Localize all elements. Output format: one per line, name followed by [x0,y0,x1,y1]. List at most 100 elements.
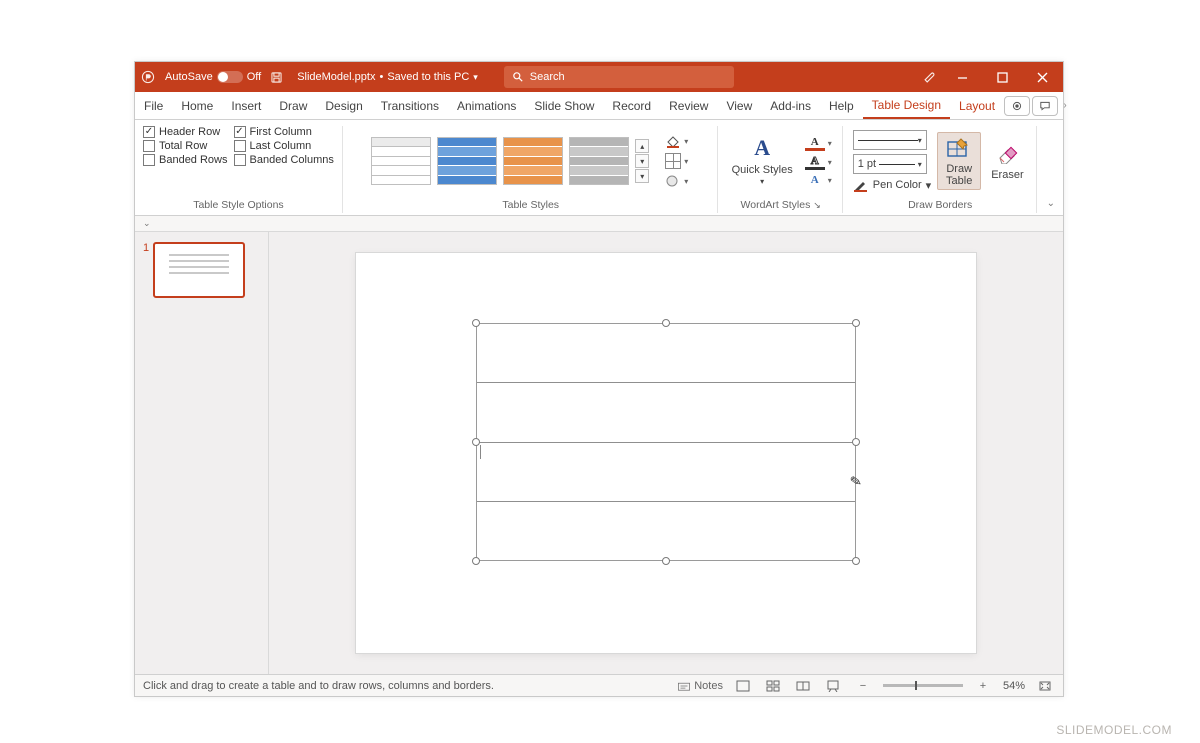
pen-icon [853,178,869,192]
reading-view-button[interactable] [793,678,813,694]
tab-file[interactable]: File [135,92,172,119]
tab-animations[interactable]: Animations [448,92,525,119]
normal-view-button[interactable] [733,678,753,694]
search-icon [512,71,524,83]
checkbox-icon [234,154,246,166]
table-style-swatch[interactable] [569,137,629,185]
group-table-styles: ▴▾▾ ▾ ▾ ▾ Table Styles [353,126,718,213]
table-style-swatch[interactable] [503,137,563,185]
quick-styles-icon: A [749,136,775,162]
draw-mic-icon[interactable] [921,68,939,86]
close-button[interactable] [1025,62,1059,92]
text-outline-button[interactable]: A▾ [803,154,834,171]
group-label: Draw Borders [853,199,1028,213]
resize-handle[interactable] [662,557,670,565]
tab-draw[interactable]: Draw [270,92,316,119]
slide-canvas-area[interactable]: ✎ [269,232,1063,674]
document-title[interactable]: SlideModel.pptx • Saved to this PC ▾ [297,71,478,83]
resize-handle[interactable] [852,438,860,446]
tab-slideshow[interactable]: Slide Show [525,92,603,119]
text-effects-button[interactable]: A▾ [803,173,834,187]
chevron-down-icon: ▾ [473,72,478,83]
resize-handle[interactable] [472,319,480,327]
zoom-out-button[interactable]: − [853,678,873,694]
draw-table-button[interactable]: Draw Table [937,132,981,190]
search-input[interactable]: Search [504,66,734,88]
slide-canvas[interactable]: ✎ [356,253,976,653]
tab-insert[interactable]: Insert [222,92,270,119]
tab-transitions[interactable]: Transitions [372,92,448,119]
eraser-button[interactable]: Eraser [987,139,1027,183]
group-label: Table Style Options [143,199,334,213]
save-icon[interactable] [267,68,285,86]
chevron-up-icon[interactable]: ▴ [635,139,649,153]
tab-view[interactable]: View [717,92,761,119]
checkbox-icon [234,140,246,152]
gallery-scroll[interactable]: ▴▾▾ [635,139,649,183]
autosave-toggle[interactable]: AutoSave Off [165,71,261,83]
text-fill-icon: A [805,136,825,151]
chk-banded-columns[interactable]: Banded Columns [234,154,334,166]
resize-handle[interactable] [852,319,860,327]
sorter-view-button[interactable] [763,678,783,694]
pen-style-select[interactable]: ▾ [853,130,927,150]
notes-button[interactable]: Notes [677,678,723,694]
chk-header-row[interactable]: Header Row [143,126,228,138]
tab-help[interactable]: Help [820,92,863,119]
chk-total-row[interactable]: Total Row [143,140,228,152]
slideshow-view-button[interactable] [823,678,843,694]
expand-gallery-icon[interactable]: ▾ [635,169,649,183]
pen-color-button[interactable]: Pen Color▾ [853,178,931,192]
table-object[interactable]: ✎ [476,323,856,561]
tab-review[interactable]: Review [660,92,717,119]
slide-thumbnail[interactable] [153,242,245,298]
ribbon: Header Row Total Row Banded Rows First C… [135,120,1063,216]
tab-table-design[interactable]: Table Design [863,92,950,119]
fit-to-window-button[interactable] [1035,678,1055,694]
tab-addins[interactable]: Add-ins [761,92,820,119]
save-status: Saved to this PC [387,71,469,83]
zoom-level[interactable]: 54% [1003,680,1025,692]
resize-handle[interactable] [662,319,670,327]
quick-styles-button[interactable]: A Quick Styles ▾ [728,134,797,189]
toggle-switch-icon [217,71,243,83]
effects-button[interactable]: ▾ [663,173,690,189]
table-style-swatch[interactable] [437,137,497,185]
comments-button[interactable] [1032,96,1058,116]
statusbar: Click and drag to create a table and to … [135,674,1063,696]
tab-layout[interactable]: Layout [950,92,1004,119]
qat-overflow-icon[interactable]: ⌄ [143,218,151,229]
ribbon-tabs: File Home Insert Draw Design Transitions… [135,92,1063,120]
text-fill-button[interactable]: A▾ [803,135,834,152]
chevron-down-icon[interactable]: ▾ [635,154,649,168]
checkbox-icon [143,154,155,166]
pen-weight-select[interactable]: 1 pt▾ [853,154,927,174]
thumbnail-pane[interactable]: 1 [135,232,269,674]
app-window: AutoSave Off SlideModel.pptx • Saved to … [134,61,1064,697]
maximize-button[interactable] [985,62,1019,92]
tab-home[interactable]: Home [172,92,222,119]
eraser-icon [994,141,1020,167]
shading-button[interactable]: ▾ [663,133,690,149]
minimize-button[interactable] [945,62,979,92]
camera-button[interactable] [1004,96,1030,116]
ribbon-collapse-icon[interactable]: ⌄ [1047,126,1055,213]
zoom-slider[interactable] [883,684,963,687]
bucket-icon [665,134,681,148]
group-label: WordArt Styles ↘ [728,199,834,213]
chk-first-column[interactable]: First Column [234,126,334,138]
resize-handle[interactable] [852,557,860,565]
checkbox-icon [234,126,246,138]
tab-design[interactable]: Design [316,92,371,119]
zoom-in-button[interactable]: + [973,678,993,694]
workspace: 1 [135,232,1063,674]
table-style-swatch[interactable] [371,137,431,185]
borders-button[interactable]: ▾ [663,152,690,170]
tab-record[interactable]: Record [603,92,660,119]
chk-last-column[interactable]: Last Column [234,140,334,152]
overflow-icon[interactable]: › [1060,100,1070,111]
resize-handle[interactable] [472,438,480,446]
resize-handle[interactable] [472,557,480,565]
group-table-style-options: Header Row Total Row Banded Rows First C… [143,126,343,213]
chk-banded-rows[interactable]: Banded Rows [143,154,228,166]
